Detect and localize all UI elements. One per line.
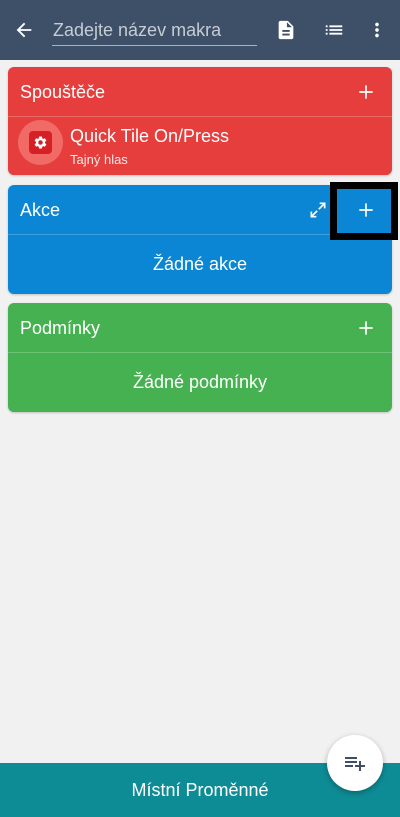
conditions-empty-text: Žádné podmínky: [132, 372, 268, 392]
list-icon: [325, 25, 343, 35]
playlist-add-icon: [345, 757, 365, 771]
back-button[interactable]: [4, 10, 44, 50]
expand-actions-button[interactable]: [298, 190, 338, 230]
macro-name-input[interactable]: [52, 14, 257, 46]
triggers-header: Spouštěče: [8, 67, 392, 117]
list-button[interactable]: [314, 10, 354, 50]
local-variables-label: Místní Proměnné: [131, 779, 269, 800]
divider: [8, 234, 392, 235]
conditions-card: Podmínky Žádné podmínky: [8, 303, 392, 412]
add-trigger-button[interactable]: [346, 72, 386, 112]
add-to-list-fab[interactable]: [327, 735, 383, 791]
expand-icon: [310, 202, 326, 218]
actions-empty-text: Žádné akce: [152, 254, 248, 274]
quick-tile-icon: [34, 136, 47, 149]
add-action-button[interactable]: [346, 190, 386, 230]
add-condition-button[interactable]: [346, 308, 386, 348]
actions-card: Akce Žádné akce: [8, 185, 392, 294]
trigger-name: Quick Tile On/Press: [70, 126, 230, 146]
actions-header: Akce: [8, 185, 392, 235]
document-icon: [278, 20, 294, 40]
conditions-header: Podmínky: [8, 303, 392, 353]
divider: [8, 352, 392, 353]
actions-title: Akce: [20, 199, 61, 220]
plus-icon: [359, 203, 373, 217]
trigger-subtitle: Tajný hlas: [70, 152, 128, 167]
top-app-bar: [0, 0, 400, 60]
trigger-icon-badge: [18, 120, 63, 165]
more-options-button[interactable]: [357, 10, 397, 50]
more-vert-icon: [375, 22, 379, 38]
plus-icon: [359, 321, 373, 335]
trigger-item[interactable]: Quick Tile On/Press Tajný hlas: [8, 117, 392, 175]
plus-icon: [359, 85, 373, 99]
document-button[interactable]: [266, 10, 306, 50]
conditions-title: Podmínky: [20, 317, 101, 338]
triggers-title: Spouštěče: [20, 81, 106, 102]
triggers-card: Spouštěče Quick Tile On/Press Tajný hlas: [8, 67, 392, 175]
back-arrow-icon: [16, 22, 32, 38]
